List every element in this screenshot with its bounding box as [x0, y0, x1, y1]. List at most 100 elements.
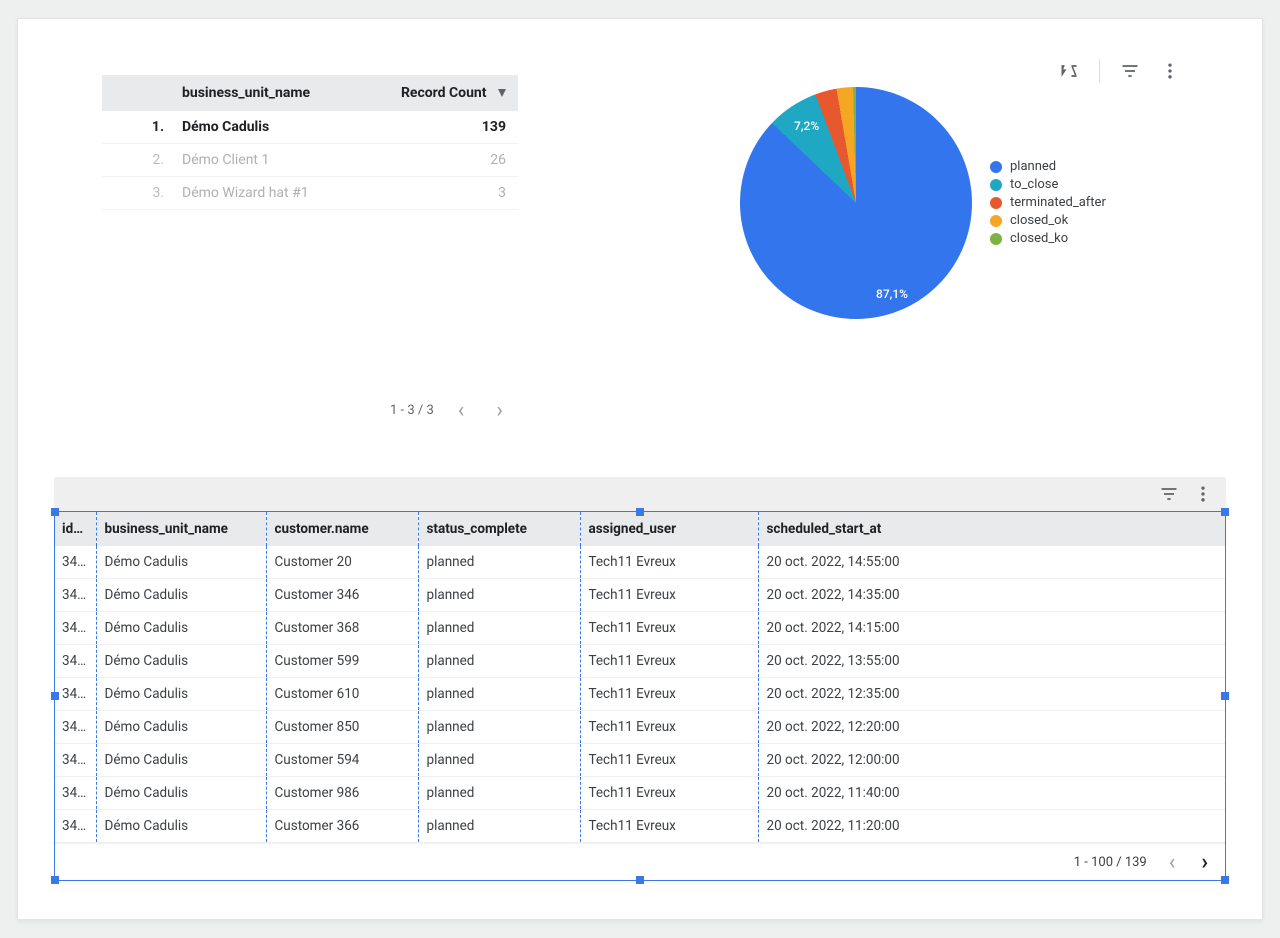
table-row[interactable]: 34… Démo Cadulis Customer 594 planned Te… [54, 744, 1226, 777]
row-index: 2. [102, 144, 170, 177]
pager-range: 1 - 100 / 139 [1074, 855, 1147, 870]
table-row[interactable]: 34… Démo Cadulis Customer 368 planned Te… [54, 612, 1226, 645]
cell-date: 20 oct. 2022, 11:40:00 [758, 777, 1226, 810]
table-row[interactable]: 2. Démo Client 1 26 [102, 144, 518, 177]
column-header[interactable]: assigned_user [580, 512, 758, 546]
toolbar-separator [1099, 59, 1100, 83]
cell-id: 34… [54, 645, 96, 678]
next-page-button[interactable]: › [488, 394, 511, 427]
legend-item[interactable]: planned [990, 159, 1106, 174]
cell-customer: Customer 610 [266, 678, 418, 711]
cell-customer: Customer 594 [266, 744, 418, 777]
legend-label: terminated_after [1010, 195, 1106, 210]
column-header[interactable]: status_complete [418, 512, 580, 546]
column-header[interactable]: id… [54, 512, 96, 546]
legend-swatch [990, 179, 1002, 191]
cell-id: 34… [54, 711, 96, 744]
cell-id: 34… [54, 777, 96, 810]
legend-swatch [990, 215, 1002, 227]
next-page-button[interactable]: › [1197, 850, 1212, 875]
cell-bu: Démo Cadulis [96, 711, 266, 744]
data-table-card[interactable]: id…business_unit_namecustomer.namestatus… [54, 477, 1226, 881]
column-header[interactable]: business_unit_name [96, 512, 266, 546]
data-table: id…business_unit_namecustomer.namestatus… [54, 512, 1226, 843]
cell-date: 20 oct. 2022, 14:15:00 [758, 612, 1226, 645]
slice-label-toclose: 7,2% [794, 119, 819, 133]
pie-legend: planned to_close terminated_after closed_ok… [990, 159, 1106, 249]
table-row[interactable]: 34… Démo Cadulis Customer 610 planned Te… [54, 678, 1226, 711]
prev-page-button[interactable]: ‹ [1165, 850, 1180, 875]
legend-item[interactable]: terminated_after [990, 195, 1106, 210]
cell-bu: Démo Cadulis [96, 546, 266, 579]
cell-status: planned [418, 810, 580, 843]
column-header[interactable]: scheduled_start_at [758, 512, 1226, 546]
cell-customer: Customer 366 [266, 810, 418, 843]
table-row[interactable]: 34… Démo Cadulis Customer 986 planned Te… [54, 777, 1226, 810]
row-name: Démo Cadulis [170, 111, 358, 144]
header-record-count[interactable]: Record Count [358, 75, 518, 111]
more-vert-icon[interactable] [1190, 481, 1216, 507]
sort-az-icon[interactable] [1055, 57, 1083, 85]
summary-table: business_unit_name Record Count 1. Démo … [102, 75, 518, 210]
row-count: 26 [358, 144, 518, 177]
table-row[interactable]: 34… Démo Cadulis Customer 599 planned Te… [54, 645, 1226, 678]
table-row[interactable]: 34… Démo Cadulis Customer 850 planned Te… [54, 711, 1226, 744]
cell-status: planned [418, 612, 580, 645]
cell-date: 20 oct. 2022, 13:55:00 [758, 645, 1226, 678]
legend-item[interactable]: closed_ko [990, 231, 1106, 246]
cell-user: Tech11 Evreux [580, 678, 758, 711]
cell-customer: Customer 346 [266, 579, 418, 612]
cell-customer: Customer 20 [266, 546, 418, 579]
table-row[interactable]: 1. Démo Cadulis 139 [102, 111, 518, 144]
header-business-unit[interactable]: business_unit_name [170, 75, 358, 111]
summary-pager: 1 - 3 / 3 ‹ › [390, 394, 1240, 427]
cell-id: 34… [54, 810, 96, 843]
card-toolbar [54, 477, 1226, 512]
cell-bu: Démo Cadulis [96, 645, 266, 678]
cell-date: 20 oct. 2022, 14:35:00 [758, 579, 1226, 612]
cell-user: Tech11 Evreux [580, 777, 758, 810]
row-name: Démo Client 1 [170, 144, 358, 177]
row-index: 3. [102, 177, 170, 210]
cell-id: 34… [54, 744, 96, 777]
table-header-row: business_unit_name Record Count [102, 75, 518, 111]
legend-label: to_close [1010, 177, 1058, 192]
cell-customer: Customer 599 [266, 645, 418, 678]
row-count: 139 [358, 111, 518, 144]
row-name: Démo Wizard hat #1 [170, 177, 358, 210]
cell-date: 20 oct. 2022, 12:20:00 [758, 711, 1226, 744]
header-index [102, 75, 170, 111]
sort-desc-icon [498, 89, 506, 97]
table-row[interactable]: 34… Démo Cadulis Customer 20 planned Tec… [54, 546, 1226, 579]
cell-status: planned [418, 645, 580, 678]
cell-user: Tech11 Evreux [580, 645, 758, 678]
row-count: 3 [358, 177, 518, 210]
table-row[interactable]: 3. Démo Wizard hat #1 3 [102, 177, 518, 210]
cell-bu: Démo Cadulis [96, 777, 266, 810]
pie-chart[interactable]: 87,1% 7,2% planned to_close terminated_afte… [740, 87, 1170, 357]
column-header[interactable]: customer.name [266, 512, 418, 546]
cell-id: 34… [54, 546, 96, 579]
filter-icon[interactable] [1116, 57, 1144, 85]
legend-item[interactable]: closed_ok [990, 213, 1106, 228]
legend-swatch [990, 197, 1002, 209]
cell-user: Tech11 Evreux [580, 579, 758, 612]
legend-label: closed_ko [1010, 231, 1068, 246]
table-header-row: id…business_unit_namecustomer.namestatus… [54, 512, 1226, 546]
table-row[interactable]: 34… Démo Cadulis Customer 366 planned Te… [54, 810, 1226, 843]
more-vert-icon[interactable] [1156, 57, 1184, 85]
cell-user: Tech11 Evreux [580, 744, 758, 777]
prev-page-button[interactable]: ‹ [450, 394, 473, 427]
cell-bu: Démo Cadulis [96, 579, 266, 612]
slice-label-planned: 87,1% [876, 287, 908, 301]
cell-status: planned [418, 777, 580, 810]
cell-bu: Démo Cadulis [96, 744, 266, 777]
table-row[interactable]: 34… Démo Cadulis Customer 346 planned Te… [54, 579, 1226, 612]
filter-icon[interactable] [1156, 481, 1182, 507]
cell-status: planned [418, 744, 580, 777]
cell-bu: Démo Cadulis [96, 612, 266, 645]
legend-item[interactable]: to_close [990, 177, 1106, 192]
cell-user: Tech11 Evreux [580, 546, 758, 579]
cell-status: planned [418, 546, 580, 579]
pager-range: 1 - 3 / 3 [390, 403, 434, 418]
